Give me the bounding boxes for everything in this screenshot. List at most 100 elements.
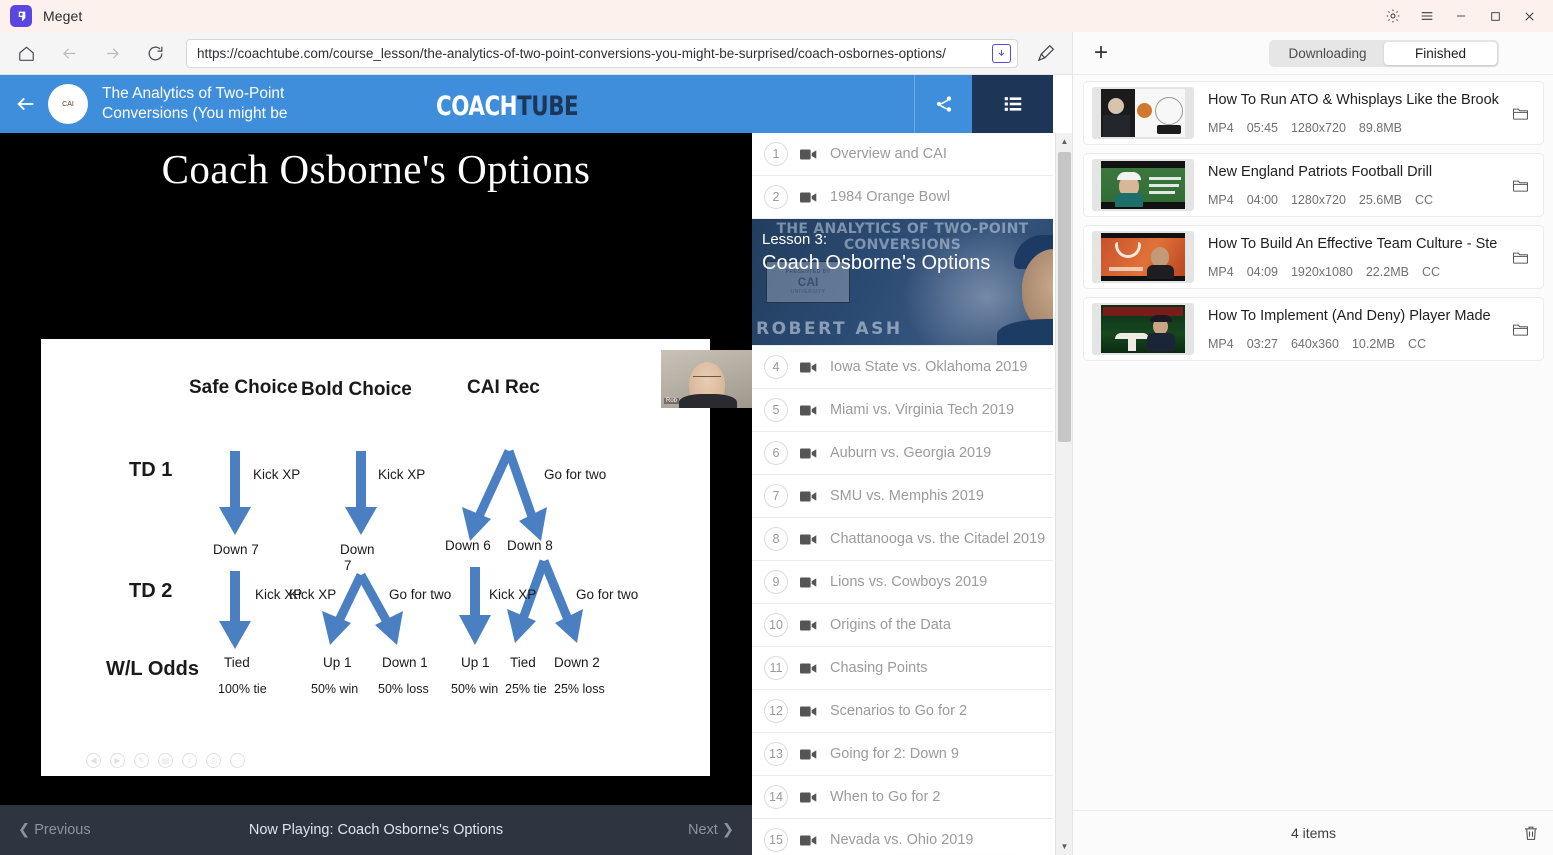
scroll-thumb[interactable] — [1058, 152, 1071, 442]
delete-icon[interactable] — [1522, 824, 1540, 842]
playlist-item[interactable]: 7 SMU vs. Memphis 2019 — [752, 475, 1053, 518]
app-window: Meget https://coachtube.com/course_lesso… — [0, 0, 1553, 855]
download-item[interactable]: How To Build An Effective Team Culture -… — [1083, 225, 1544, 289]
pen-icon[interactable]: ✎ — [134, 753, 149, 768]
playlist-item-label: SMU vs. Memphis 2019 — [830, 488, 984, 504]
playlist-item[interactable]: 9 Lions vs. Cowboys 2019 — [752, 561, 1053, 604]
playlist-item-label: 1984 Orange Bowl — [830, 189, 951, 205]
download-size: 22.2MB — [1365, 264, 1409, 279]
hamburger-menu-icon[interactable] — [1411, 1, 1443, 31]
playlist-item-number: 10 — [764, 613, 788, 637]
playlist-item[interactable]: 6 Auburn vs. Georgia 2019 — [752, 432, 1053, 475]
open-folder-icon[interactable] — [1507, 172, 1533, 198]
clean-brush-icon[interactable] — [1026, 35, 1066, 71]
download-item[interactable]: How To Implement (And Deny) Player Made M… — [1083, 297, 1544, 361]
tab-downloading[interactable]: Downloading — [1271, 42, 1384, 65]
row-label-td1: TD 1 — [129, 459, 173, 481]
playlist-item[interactable]: 14 When to Go for 2 — [752, 776, 1053, 819]
tab-finished[interactable]: Finished — [1384, 42, 1497, 65]
scroll-up-icon[interactable]: ▲ — [1056, 133, 1072, 150]
video-camera-icon — [800, 361, 817, 374]
playlist-item-label: Chasing Points — [830, 660, 928, 676]
logo-coach-text: COACH — [436, 91, 518, 122]
download-item[interactable]: How To Run ATO & Whisplays Like the Broo… — [1083, 81, 1544, 145]
playlist-item-label: Scenarios to Go for 2 — [830, 703, 968, 719]
next-lesson-button[interactable]: Next ❯ — [688, 822, 734, 838]
playlist-item[interactable]: 11 Chasing Points — [752, 647, 1053, 690]
download-details: MP4 04:09 1920x1080 22.2MB CC — [1208, 265, 1507, 279]
close-button[interactable] — [1513, 1, 1545, 31]
odds-bold-right: 50% loss — [378, 682, 429, 696]
back-icon[interactable] — [52, 36, 86, 70]
playlist-item-number: 8 — [764, 527, 788, 551]
home-icon[interactable] — [9, 36, 43, 70]
open-folder-icon[interactable] — [1507, 100, 1533, 126]
downloads-tabs[interactable]: Downloading Finished — [1269, 40, 1499, 67]
download-thumbnail — [1092, 87, 1194, 139]
downloads-toolbar: + Downloading Finished — [1073, 32, 1553, 75]
video-stage[interactable]: Coach Osborne's Options Safe Choice Bold… — [0, 133, 753, 855]
print-icon[interactable]: ⎙ — [206, 753, 221, 768]
column-header-bold: Bold Choice — [301, 379, 412, 400]
playlist-item[interactable]: 13 Going for 2: Down 9 — [752, 733, 1053, 776]
node-cai-up1: Up 1 — [461, 655, 490, 670]
playlist-item[interactable]: 1 Overview and CAI — [752, 133, 1053, 176]
video-camera-icon — [800, 619, 817, 632]
playlist-item[interactable]: 4 Iowa State vs. Oklahoma 2019 — [752, 346, 1053, 389]
add-download-button[interactable]: + — [1081, 33, 1121, 73]
download-cc: CC — [1421, 264, 1441, 279]
items-count: 4 items — [1290, 825, 1337, 841]
playlist-item-number: 13 — [764, 742, 788, 766]
download-badge-icon[interactable] — [992, 43, 1011, 63]
download-duration: 04:09 — [1246, 264, 1278, 279]
open-folder-icon[interactable] — [1507, 244, 1533, 270]
address-bar[interactable]: https://coachtube.com/course_lesson/the-… — [186, 38, 1018, 68]
playlist-item[interactable]: 10 Origins of the Data — [752, 604, 1053, 647]
odds-cai-2: 25% tie — [505, 682, 547, 696]
previous-lesson-button[interactable]: ❮ Previous — [18, 822, 91, 838]
minimize-button[interactable] — [1445, 1, 1477, 31]
save-icon[interactable]: ▤ — [158, 753, 173, 768]
course-back-icon[interactable] — [0, 75, 52, 133]
download-size: 89.8MB — [1358, 120, 1402, 135]
download-format: MP4 — [1208, 264, 1234, 279]
playlist-item-number: 11 — [764, 656, 788, 680]
playlist-item[interactable]: 2 1984 Orange Bowl — [752, 176, 1053, 219]
reload-icon[interactable] — [138, 36, 172, 70]
more-icon[interactable]: ··· — [230, 753, 245, 768]
playlist-item-number: 12 — [764, 699, 788, 723]
slide-title: Coach Osborne's Options — [161, 146, 591, 192]
course-title: The Analytics of Two-Point Conversions (… — [102, 85, 288, 122]
open-folder-icon[interactable] — [1507, 316, 1533, 342]
window-controls — [1377, 0, 1553, 32]
download-item[interactable]: New England Patriots Football Drill MP4 04… — [1083, 153, 1544, 217]
share-icon[interactable] — [914, 75, 972, 133]
maximize-button[interactable] — [1479, 1, 1511, 31]
prev-page-icon[interactable]: ◀ — [86, 753, 101, 768]
page-scrollbar[interactable]: ▲ ▼ — [1055, 133, 1072, 855]
forward-icon[interactable] — [95, 36, 129, 70]
playlist-item-label: Lions vs. Cowboys 2019 — [830, 574, 988, 590]
video-camera-icon — [800, 791, 817, 804]
coachtube-logo[interactable]: COACHTUBE — [436, 91, 579, 122]
playlist-item[interactable]: 5 Miami vs. Virginia Tech 2019 — [752, 389, 1053, 432]
pdf-mini-toolbar[interactable]: ◀ ▶ ✎ ▤ ⌕ ⎙ ··· — [86, 753, 245, 768]
download-duration: 03:27 — [1246, 336, 1278, 351]
lesson-playlist[interactable]: 1 Overview and CAI 2 1984 Orange Bowl THE A… — [752, 133, 1053, 855]
next-page-icon[interactable]: ▶ — [110, 753, 125, 768]
playlist-toggle-icon[interactable] — [972, 75, 1053, 133]
node-cai-down2: Down 2 — [554, 655, 600, 670]
playlist-item[interactable]: 15 Nevada vs. Ohio 2019 — [752, 819, 1053, 855]
video-camera-icon — [800, 191, 817, 204]
lesson-nav-bar: Now Playing: Coach Osborne's Options ❮ P… — [0, 805, 752, 855]
card-university: UNIVERSITY — [790, 289, 826, 295]
playlist-item[interactable]: 8 Chattanooga vs. the Citadel 2019 — [752, 518, 1053, 561]
gear-icon[interactable] — [1377, 1, 1409, 31]
playlist-item-number: 1 — [764, 142, 788, 166]
search-icon[interactable]: ⌕ — [182, 753, 197, 768]
presenter-webcam[interactable]: Rob — [661, 350, 753, 408]
scroll-down-icon[interactable]: ▼ — [1056, 838, 1072, 855]
download-format: MP4 — [1208, 192, 1234, 207]
playlist-active-item[interactable]: THE ANALYTICS OF TWO-POINT CONVERSIONS P… — [752, 219, 1053, 346]
playlist-item[interactable]: 12 Scenarios to Go for 2 — [752, 690, 1053, 733]
